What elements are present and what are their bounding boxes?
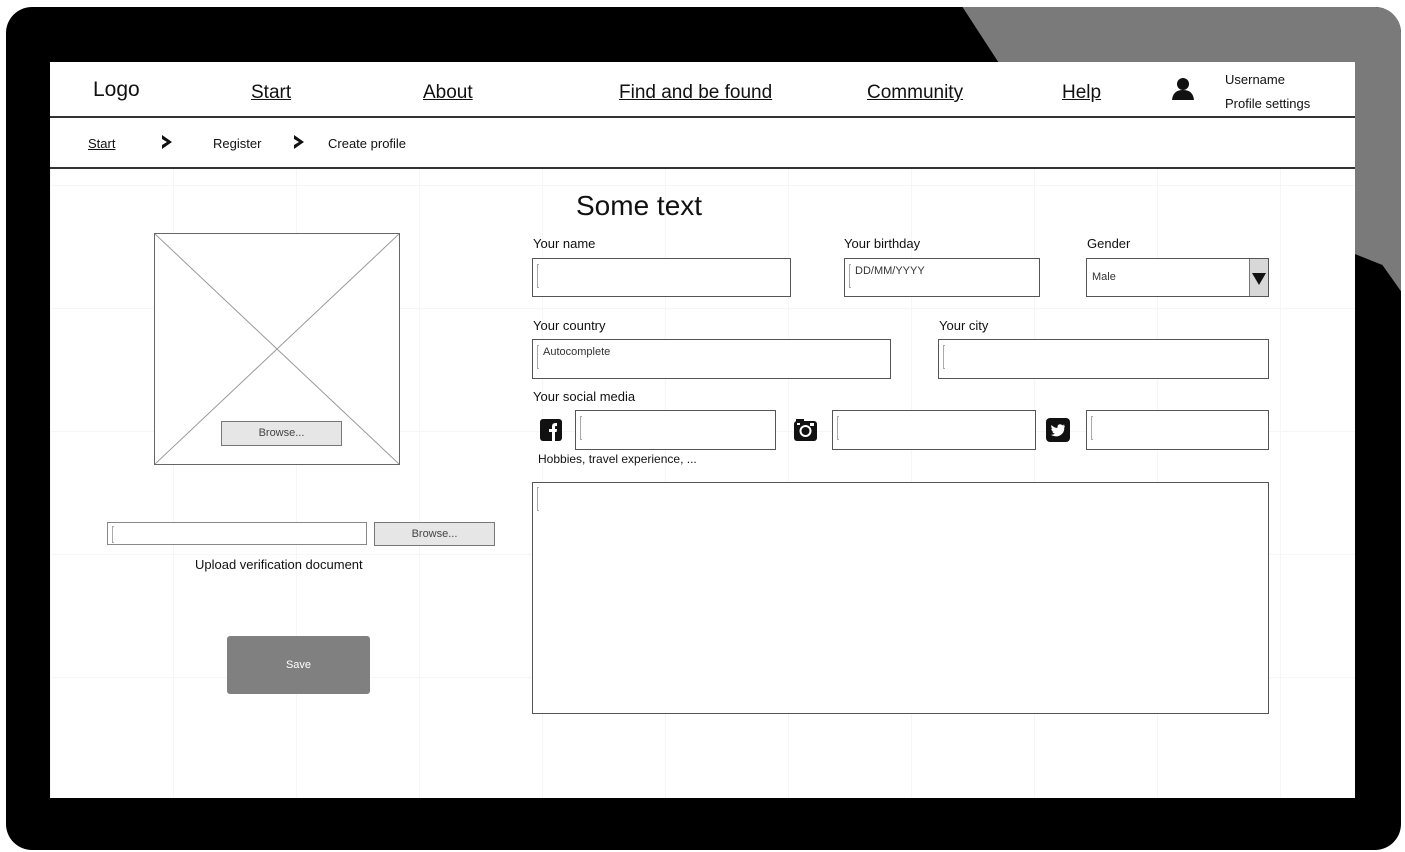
- text-caret: [537, 345, 539, 369]
- city-label: Your city: [939, 318, 989, 333]
- save-button[interactable]: Save: [227, 636, 370, 694]
- gender-value: Male: [1092, 271, 1116, 283]
- text-caret: [1091, 416, 1093, 440]
- app-screen: Logo Start About Find and be found Commu…: [50, 62, 1355, 798]
- nav-community[interactable]: Community: [867, 82, 963, 104]
- user-icon[interactable]: [1170, 76, 1196, 102]
- facebook-input[interactable]: [575, 410, 776, 450]
- birthday-placeholder: DD/MM/YYYY: [855, 265, 925, 277]
- browse-document-button[interactable]: Browse...: [374, 522, 495, 546]
- gender-select[interactable]: Male: [1086, 258, 1269, 297]
- nav-find-and-be-found[interactable]: Find and be found: [619, 82, 772, 104]
- country-label: Your country: [533, 318, 606, 333]
- dropdown-arrow-icon[interactable]: [1249, 259, 1268, 296]
- chevron-right-icon: [294, 135, 304, 149]
- hobbies-textarea[interactable]: [532, 482, 1269, 714]
- text-caret: [837, 416, 839, 440]
- top-header: Logo Start About Find and be found Commu…: [50, 62, 1355, 118]
- birthday-label: Your birthday: [844, 236, 921, 251]
- text-caret: [580, 416, 582, 440]
- city-input[interactable]: [938, 339, 1269, 379]
- country-placeholder: Autocomplete: [543, 346, 611, 358]
- username-link[interactable]: Username: [1225, 68, 1310, 92]
- twitter-input[interactable]: [1086, 410, 1269, 450]
- browse-photo-button[interactable]: Browse...: [221, 421, 342, 446]
- facebook-icon: [540, 419, 562, 441]
- instagram-icon: [794, 419, 817, 441]
- text-caret: [537, 487, 539, 511]
- breadcrumb-register: Register: [213, 136, 262, 151]
- nav-help[interactable]: Help: [1062, 82, 1101, 104]
- logo: Logo: [93, 78, 140, 101]
- text-caret: [112, 526, 114, 543]
- document-file-input[interactable]: [107, 522, 367, 545]
- birthday-input[interactable]: DD/MM/YYYY: [844, 258, 1040, 297]
- user-menu: Username Profile settings: [1225, 68, 1310, 116]
- name-label: Your name: [533, 236, 596, 251]
- chevron-right-icon: [162, 135, 172, 149]
- text-caret: [943, 345, 945, 369]
- breadcrumb-start[interactable]: Start: [88, 136, 115, 151]
- breadcrumb: Start Register Create profile: [50, 118, 1355, 169]
- text-caret: [537, 264, 539, 288]
- dropdown-arrow-shape: [1252, 273, 1266, 285]
- profile-settings-link[interactable]: Profile settings: [1225, 92, 1310, 116]
- breadcrumb-create-profile: Create profile: [328, 136, 407, 151]
- twitter-icon: [1046, 418, 1070, 442]
- social-media-label: Your social media: [533, 389, 636, 404]
- upload-verification-label: Upload verification document: [195, 557, 363, 572]
- hobbies-label: Hobbies, travel experience, ...: [538, 452, 697, 466]
- nav-start[interactable]: Start: [251, 82, 291, 104]
- instagram-input[interactable]: [832, 410, 1036, 450]
- name-input[interactable]: [532, 258, 791, 297]
- text-caret: [849, 264, 851, 288]
- gender-label: Gender: [1087, 236, 1131, 251]
- profile-image-placeholder: Browse...: [154, 233, 400, 465]
- page-heading: Some text: [576, 190, 703, 221]
- country-input[interactable]: Autocomplete: [532, 339, 891, 379]
- nav-about[interactable]: About: [423, 82, 473, 104]
